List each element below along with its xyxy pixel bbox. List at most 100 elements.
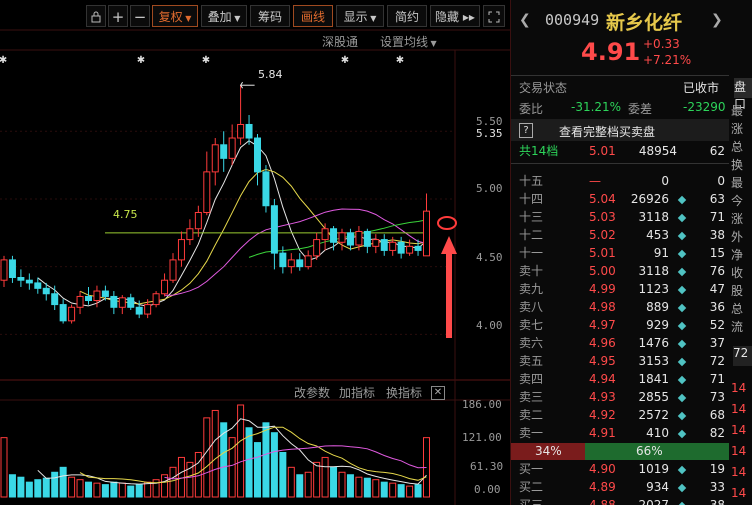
ask-level-label: 十二 xyxy=(519,228,544,242)
ask-level-row[interactable]: 卖十 5.00 3118 76 xyxy=(511,262,729,281)
ask-level-row[interactable]: 卖三 4.93 2855 73 xyxy=(511,388,729,407)
ask-level-row[interactable]: 卖四 4.94 1841 71 xyxy=(511,370,729,389)
back-icon[interactable]: ❮ xyxy=(519,12,531,28)
diamond-icon xyxy=(677,357,687,367)
ask-level-row[interactable]: 十三 5.03 3118 71 xyxy=(511,208,729,227)
ask-level-row[interactable]: 卖六 4.96 1476 37 xyxy=(511,334,729,353)
side-label: 外 xyxy=(731,230,744,244)
candle-body xyxy=(372,239,380,247)
ask-level-price: — xyxy=(589,174,601,188)
volume-bar xyxy=(110,481,118,498)
volume-bar xyxy=(17,476,25,498)
diamond-icon xyxy=(677,429,687,439)
quote-panel: ❮ 000949 新乡化纤 ❯ 4.91 +0.33 +7.21% 交易状态 已… xyxy=(510,0,752,505)
ask-level-n: 76 xyxy=(709,264,725,278)
ask-level-row[interactable]: 卖七 4.97 929 52 xyxy=(511,316,729,335)
candle-body xyxy=(380,239,388,251)
side-label: 涨 xyxy=(731,122,744,136)
ask-level-label: 卖九 xyxy=(519,282,544,296)
divider xyxy=(511,163,729,164)
diamond-icon xyxy=(677,195,687,205)
candle-body xyxy=(389,241,397,251)
ask-level-price: 5.04 xyxy=(589,192,616,206)
candle-body xyxy=(135,306,143,315)
trade-status: 已收市 xyxy=(683,81,720,95)
forward-icon[interactable]: ❯ xyxy=(711,12,723,28)
candle-body xyxy=(17,277,25,281)
candle-body xyxy=(34,282,42,289)
candle-body xyxy=(152,293,160,306)
weibi-label: 委比 xyxy=(519,102,544,116)
add-indicator-button[interactable]: 加指标 xyxy=(339,384,375,401)
ask-level-price: 4.93 xyxy=(589,390,616,404)
candle xyxy=(177,231,185,267)
ask-level-n: 0 xyxy=(717,174,725,188)
side-lower-column: 14 14 14 14 14 14 xyxy=(731,378,752,504)
candle xyxy=(346,228,354,251)
ask-level-vol: 889 xyxy=(646,300,669,314)
diamond-icon xyxy=(677,249,687,259)
side-value: 14 xyxy=(731,402,747,416)
last-price: 4.91 xyxy=(581,38,641,66)
help-icon[interactable]: ? xyxy=(519,123,533,138)
ma20-line xyxy=(164,208,427,296)
ask-level-row[interactable]: 卖八 4.98 889 36 xyxy=(511,298,729,317)
volume-bar xyxy=(338,471,346,498)
volume-bar xyxy=(186,461,194,498)
full-book-bar[interactable]: ? 查看完整档买卖盘 xyxy=(511,119,729,141)
volume-bar xyxy=(346,474,354,498)
full-book-link[interactable]: 查看完整档买卖盘 xyxy=(559,123,655,140)
candle xyxy=(220,131,228,172)
candle-body xyxy=(93,290,101,302)
ask-level-row[interactable]: 十一 5.01 91 15 xyxy=(511,244,729,263)
bid-level-row[interactable]: 买二 4.89 934 33 xyxy=(511,478,729,497)
highlight-circle xyxy=(437,216,457,230)
candle xyxy=(338,228,346,251)
volume-bar xyxy=(211,409,219,498)
ask-level-price: 4.97 xyxy=(589,318,616,332)
candle-body xyxy=(186,228,194,241)
volume-bar xyxy=(254,442,261,498)
ask-level-label: 卖五 xyxy=(519,354,544,368)
volume-tick: 0.00 xyxy=(474,483,501,496)
volume-tick: 121.00 xyxy=(462,431,502,444)
candle xyxy=(287,253,295,274)
bid-level-label: 买三 xyxy=(519,498,544,505)
ask-level-row[interactable]: 卖九 4.99 1123 47 xyxy=(511,280,729,299)
ask-level-row[interactable]: 卖一 4.91 410 82 xyxy=(511,424,729,443)
candle xyxy=(110,291,118,315)
ask-level-price: 5.01 xyxy=(589,246,616,260)
stock-code: 000949 xyxy=(545,11,600,29)
candle xyxy=(76,291,84,315)
ask-level-row[interactable]: 十二 5.02 453 38 xyxy=(511,226,729,245)
ask-level-row[interactable]: 十五 — 0 0 xyxy=(511,172,729,191)
candle-body xyxy=(423,210,430,257)
close-icon[interactable]: ✕ xyxy=(431,386,445,400)
candle-body xyxy=(254,137,261,173)
bid-level-row[interactable]: 买一 4.90 1019 19 xyxy=(511,460,729,479)
switch-indicator-button[interactable]: 换指标 xyxy=(386,384,422,401)
candle xyxy=(127,293,135,310)
volume-bar xyxy=(220,422,228,498)
candle xyxy=(118,295,126,315)
ask-level-price: 5.00 xyxy=(589,264,616,278)
candle-body xyxy=(330,228,338,243)
ask-level-row[interactable]: 十四 5.04 26926 63 xyxy=(511,190,729,209)
bid-level-vol: 1019 xyxy=(638,462,669,476)
candle xyxy=(68,304,76,324)
side-tab[interactable]: 72 xyxy=(733,346,752,366)
ask-level-vol: 26926 xyxy=(630,192,669,206)
ask-level-row[interactable]: 卖二 4.92 2572 68 xyxy=(511,406,729,425)
volume-tick: 61.30 xyxy=(470,460,504,473)
bid-level-row[interactable]: 买三 4.88 2027 38 xyxy=(511,496,729,505)
ask-level-price: 5.03 xyxy=(589,210,616,224)
candle-body xyxy=(270,205,278,254)
ask-level-row[interactable]: 卖五 4.95 3153 72 xyxy=(511,352,729,371)
bid-level-price: 4.88 xyxy=(589,498,616,505)
tab-pankou[interactable]: 盘口 xyxy=(734,78,752,111)
kline-chart-pane[interactable]: + − 复权 ▼ 叠加 ▼ 筹码 画线 显示 ▼ 简约 隐藏 ▸▸ 深股通 设置… xyxy=(0,0,510,505)
volume-bar xyxy=(287,466,295,498)
volume-bar xyxy=(203,417,211,498)
modify-params-button[interactable]: 改参数 xyxy=(294,384,330,401)
candle xyxy=(304,250,312,270)
